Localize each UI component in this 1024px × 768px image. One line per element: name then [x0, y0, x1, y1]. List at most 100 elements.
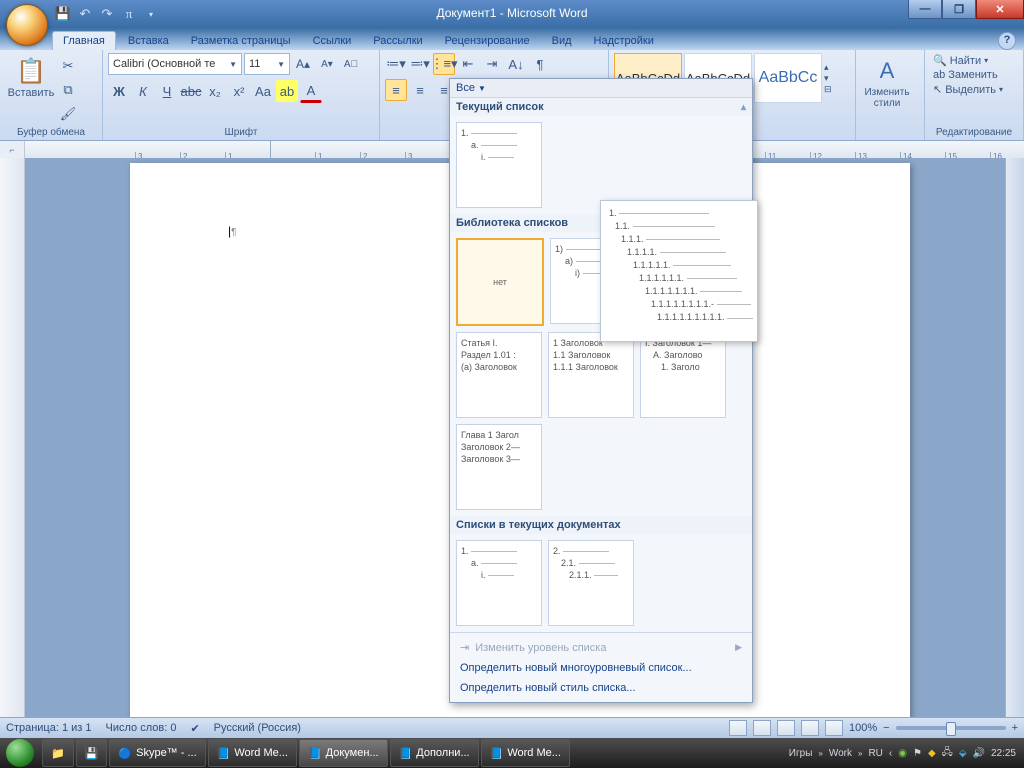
spellcheck-icon[interactable]: ✔	[190, 722, 199, 735]
zoom-slider[interactable]	[896, 726, 1006, 730]
find-button[interactable]: 🔍Найти▾	[930, 53, 1018, 68]
increase-indent-icon[interactable]: ⇥	[481, 53, 503, 75]
decrease-indent-icon[interactable]: ⇤	[457, 53, 479, 75]
taskbar-word2[interactable]: 📘 Докумен...	[299, 739, 388, 767]
vertical-ruler[interactable]	[0, 158, 25, 718]
library-item-7[interactable]: Глава 1 Загол Заголовок 2— Заголовок 3—	[456, 424, 542, 510]
gallery-filter-all[interactable]: Все▼	[450, 79, 752, 98]
underline-icon[interactable]: Ч	[156, 80, 178, 102]
bold-icon[interactable]: Ж	[108, 80, 130, 102]
copy-icon[interactable]: ⧉	[57, 79, 79, 101]
tab-addins[interactable]: Надстройки	[584, 32, 664, 50]
font-color-icon[interactable]: A	[300, 79, 322, 103]
taskbar-word4[interactable]: 📘 Word Me...	[481, 739, 570, 767]
undo-icon[interactable]: ↶	[76, 5, 94, 23]
tab-mailings[interactable]: Рассылки	[363, 32, 432, 50]
tab-selector[interactable]: ⌐	[0, 141, 25, 159]
bullet-list-icon[interactable]: ≔▾	[385, 53, 407, 75]
tray-clock[interactable]: 22:25	[991, 748, 1016, 759]
qat-customize-icon[interactable]: ▾	[142, 5, 160, 23]
select-button[interactable]: ↖Выделить▾	[930, 82, 1018, 97]
tab-insert[interactable]: Вставка	[118, 32, 179, 50]
redo-icon[interactable]: ↷	[98, 5, 116, 23]
subscript-icon[interactable]: x₂	[204, 80, 226, 102]
taskbar-save[interactable]: 💾	[76, 739, 108, 767]
styles-more-icon[interactable]: ⊟	[824, 84, 840, 95]
tab-review[interactable]: Рецензирование	[435, 32, 540, 50]
strikethrough-icon[interactable]: abc	[180, 80, 202, 102]
view-print-layout-icon[interactable]	[729, 720, 747, 736]
status-language[interactable]: Русский (Россия)	[214, 722, 301, 734]
library-item-5[interactable]: 1 Заголовок 1.1 Заголовок 1.1.1 Заголово…	[548, 332, 634, 418]
start-button[interactable]	[0, 738, 40, 768]
view-draft-icon[interactable]	[825, 720, 843, 736]
office-button[interactable]	[6, 4, 48, 46]
status-word-count[interactable]: Число слов: 0	[106, 722, 177, 734]
change-case-icon[interactable]: Aa	[252, 80, 274, 102]
toolbar-work[interactable]: Work	[829, 748, 852, 759]
library-item-6[interactable]: I. Заголовок 1— A. Заголово 1. Заголо	[640, 332, 726, 418]
view-outline-icon[interactable]	[801, 720, 819, 736]
tray-network-icon[interactable]: 🖧	[942, 745, 953, 762]
taskbar-word3[interactable]: 📘 Дополни...	[390, 739, 479, 767]
taskbar-explorer[interactable]: 📁	[42, 739, 74, 767]
highlight-icon[interactable]: ab	[276, 80, 298, 102]
taskbar-word1[interactable]: 📘 Word Me...	[208, 739, 297, 767]
maximize-button[interactable]: ❐	[942, 0, 976, 19]
tray-volume-icon[interactable]: 🔊	[973, 748, 985, 759]
italic-icon[interactable]: К	[132, 80, 154, 102]
tab-view[interactable]: Вид	[542, 32, 582, 50]
tray-expand-icon[interactable]: ‹	[889, 748, 892, 759]
library-item-4[interactable]: Статья I. Раздел 1.01 : (a) Заголовок	[456, 332, 542, 418]
style-heading1[interactable]: AaBbCc	[754, 53, 822, 103]
tray-dropbox-icon[interactable]: ⬙	[959, 748, 967, 759]
tab-references[interactable]: Ссылки	[303, 32, 362, 50]
change-styles-button[interactable]: A Изменить стили	[861, 53, 913, 111]
current-list-item[interactable]: 1. a. i.	[456, 122, 542, 208]
replace-button[interactable]: abЗаменить	[930, 68, 1018, 82]
align-left-icon[interactable]: ≡	[385, 79, 407, 101]
sort-icon[interactable]: A↓	[505, 53, 527, 75]
doc-list-2[interactable]: 2. 2.1. 2.1.1.	[548, 540, 634, 626]
align-center-icon[interactable]: ≡	[409, 79, 431, 101]
multilevel-list-icon[interactable]: ⋮≡▾	[433, 53, 455, 75]
vertical-scrollbar[interactable]	[1005, 158, 1024, 718]
define-new-multilevel[interactable]: Определить новый многоуровневый список..…	[450, 658, 752, 678]
tray-shield-icon[interactable]: ◆	[928, 748, 936, 759]
doc-list-1[interactable]: 1. a. i.	[456, 540, 542, 626]
superscript-icon[interactable]: x²	[228, 80, 250, 102]
close-button[interactable]: ✕	[976, 0, 1024, 19]
status-page[interactable]: Страница: 1 из 1	[6, 722, 92, 734]
language-indicator[interactable]: RU	[868, 748, 882, 759]
show-marks-icon[interactable]: ¶	[529, 53, 551, 75]
paste-button[interactable]: 📋 Вставить	[5, 53, 57, 125]
font-size-combo[interactable]: 11▼	[244, 53, 290, 75]
tab-home[interactable]: Главная	[52, 31, 116, 50]
zoom-level[interactable]: 100%	[849, 722, 877, 734]
help-button[interactable]: ?	[998, 32, 1016, 50]
grow-font-icon[interactable]: A▴	[292, 53, 314, 75]
format-painter-icon[interactable]: 🖌	[57, 103, 79, 125]
number-list-icon[interactable]: ≕▾	[409, 53, 431, 75]
library-none[interactable]: нет	[456, 238, 544, 326]
pi-icon[interactable]: π	[120, 5, 138, 23]
view-fullscreen-icon[interactable]	[753, 720, 771, 736]
toolbar-games[interactable]: Игры	[789, 748, 813, 759]
view-web-icon[interactable]	[777, 720, 795, 736]
tray-utorrent-icon[interactable]: ◉	[898, 748, 907, 759]
font-name-combo[interactable]: Calibri (Основной те▼	[108, 53, 242, 75]
tray-flag-icon[interactable]: ⚑	[913, 748, 922, 759]
taskbar-skype[interactable]: 🔵 Skype™ - ...	[109, 739, 205, 767]
pin-icon[interactable]: ▴	[741, 102, 746, 113]
minimize-button[interactable]: —	[908, 0, 942, 19]
zoom-in-icon[interactable]: +	[1012, 722, 1018, 734]
zoom-out-icon[interactable]: −	[883, 722, 889, 734]
shrink-font-icon[interactable]: A▾	[316, 53, 338, 75]
styles-down-icon[interactable]: ▾	[824, 73, 840, 84]
styles-up-icon[interactable]: ▴	[824, 62, 840, 73]
clear-format-icon[interactable]: A⃠	[340, 53, 362, 75]
tab-page-layout[interactable]: Разметка страницы	[181, 32, 301, 50]
define-new-list-style[interactable]: Определить новый стиль списка...	[450, 678, 752, 698]
cut-icon[interactable]: ✂	[57, 55, 79, 77]
save-icon[interactable]: 💾	[54, 5, 72, 23]
